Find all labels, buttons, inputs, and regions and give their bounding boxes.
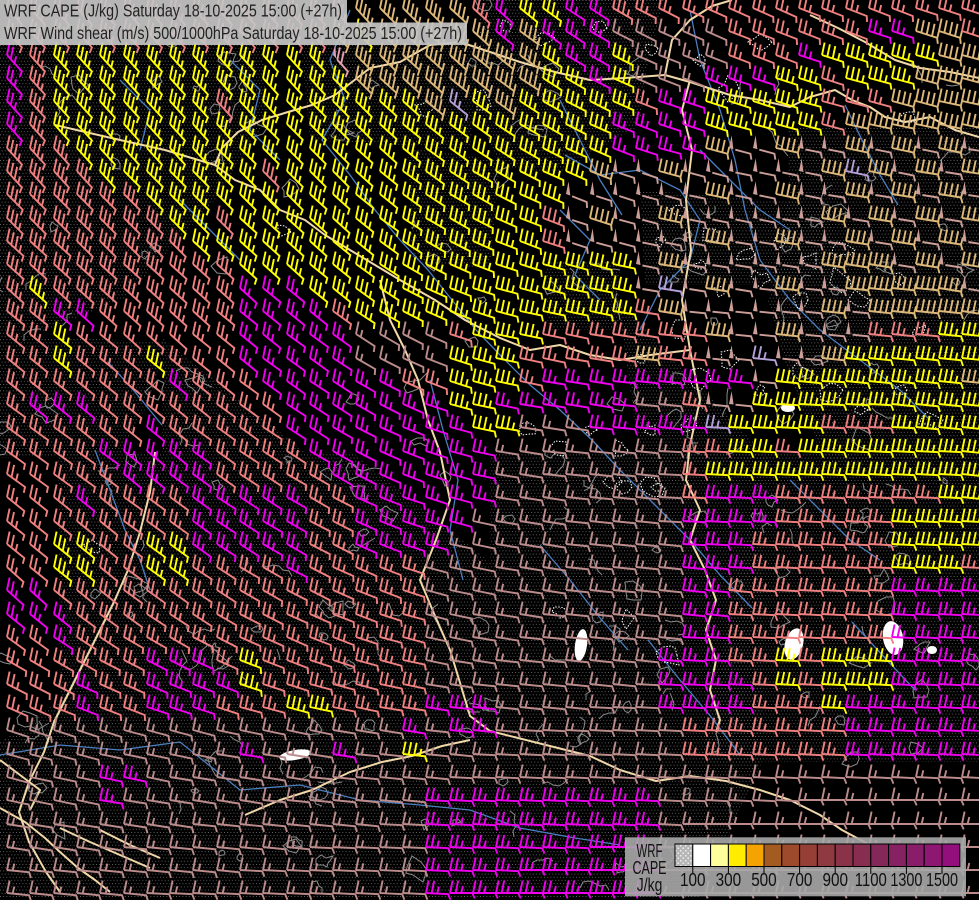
- svg-text:700: 700: [787, 870, 813, 890]
- svg-text:1300: 1300: [890, 870, 922, 890]
- svg-text:WRF Wind shear (m/s) 500/1000h: WRF Wind shear (m/s) 500/1000hPa Saturda…: [4, 23, 462, 43]
- svg-text:500: 500: [751, 870, 777, 890]
- svg-text:100: 100: [680, 870, 706, 890]
- svg-text:300: 300: [716, 870, 742, 890]
- svg-text:J/kg: J/kg: [637, 875, 663, 895]
- svg-text:1500: 1500: [926, 870, 958, 890]
- svg-text:900: 900: [823, 870, 849, 890]
- svg-text:WRF CAPE (J/kg) Saturday 18-10: WRF CAPE (J/kg) Saturday 18-10-2025 15:0…: [4, 1, 342, 21]
- svg-text:1100: 1100: [855, 870, 887, 890]
